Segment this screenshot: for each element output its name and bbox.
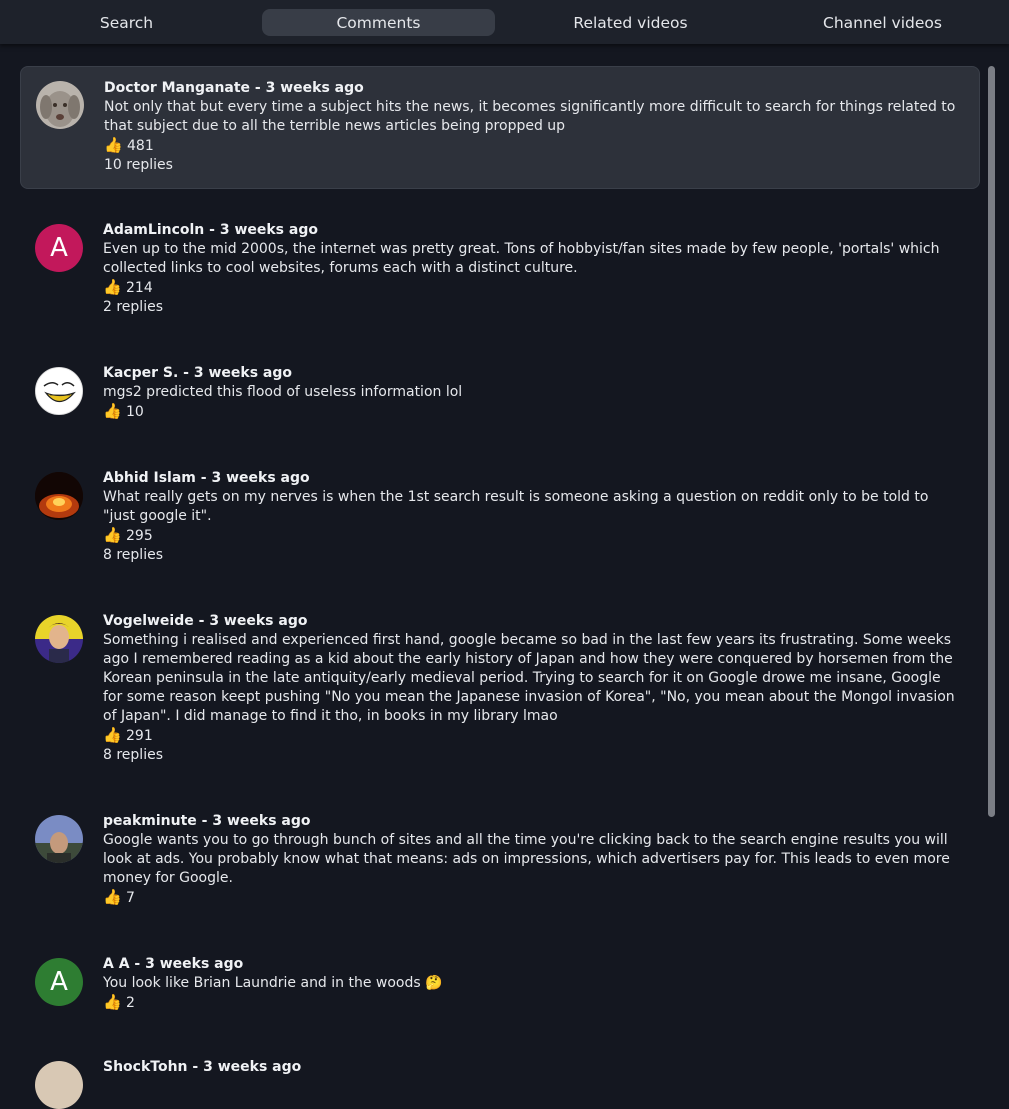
avatar[interactable]: [35, 615, 83, 663]
comment-author[interactable]: ShockTohn: [103, 1059, 188, 1075]
comment-text: You look like Brian Laundrie and in the …: [103, 975, 443, 991]
comment-item[interactable]: Doctor Manganate - 3 weeks ago Not only …: [20, 66, 980, 189]
comment-item[interactable]: Kacper S. - 3 weeks ago mgs2 predicted t…: [20, 354, 980, 434]
like-count: 👍 214: [103, 278, 963, 298]
comment-author[interactable]: Kacper S.: [103, 365, 178, 381]
comment-header: Abhid Islam - 3 weeks ago: [103, 470, 310, 486]
dog-avatar-image: [36, 81, 84, 129]
like-count-value: 7: [126, 890, 135, 906]
replies-link[interactable]: 8 replies: [103, 746, 963, 765]
comment-header: ShockTohn - 3 weeks ago: [103, 1059, 302, 1075]
tab-related-videos[interactable]: Related videos: [514, 9, 747, 36]
avatar[interactable]: [35, 815, 83, 863]
comment-time: 3 weeks ago: [203, 1059, 302, 1075]
comment-author[interactable]: Abhid Islam: [103, 470, 196, 486]
comment-item[interactable]: Abhid Islam - 3 weeks ago What really ge…: [20, 459, 980, 569]
comment-text: What really gets on my nerves is when th…: [103, 489, 929, 524]
avatar[interactable]: A: [35, 958, 83, 1006]
thumbs-up-icon: 👍: [104, 136, 123, 154]
comment-time: 3 weeks ago: [211, 470, 310, 486]
like-count: 👍 10: [103, 402, 963, 422]
comment-text: mgs2 predicted this flood of useless inf…: [103, 384, 463, 400]
like-count-value: 291: [126, 728, 153, 744]
avatar[interactable]: A: [35, 224, 83, 272]
comment-text: Something i realised and experienced fir…: [103, 632, 955, 724]
like-count: 👍 481: [104, 136, 964, 156]
comment-text: Not only that but every time a subject h…: [104, 99, 956, 134]
avatar[interactable]: [35, 472, 83, 520]
tab-channel-videos[interactable]: Channel videos: [766, 9, 999, 36]
comment-item[interactable]: Vogelweide - 3 weeks ago Something i rea…: [20, 602, 980, 772]
like-count: 👍 295: [103, 526, 963, 546]
avatar[interactable]: [35, 367, 83, 415]
comment-item[interactable]: A AdamLincoln - 3 weeks ago Even up to t…: [20, 211, 980, 321]
like-count-value: 10: [126, 404, 144, 420]
comment-time: 3 weeks ago: [145, 956, 244, 972]
like-count-value: 481: [127, 138, 154, 154]
comment-time: 3 weeks ago: [209, 613, 308, 629]
comment-header: A A - 3 weeks ago: [103, 956, 244, 972]
replies-link[interactable]: 10 replies: [104, 156, 964, 175]
tab-comments[interactable]: Comments: [262, 9, 495, 36]
comment-time: 3 weeks ago: [219, 222, 318, 238]
comment-header: peakminute - 3 weeks ago: [103, 813, 311, 829]
thumbs-up-icon: 👍: [103, 993, 122, 1011]
comment-author[interactable]: AdamLincoln: [103, 222, 204, 238]
comment-text: Even up to the mid 2000s, the internet w…: [103, 241, 940, 276]
comment-author[interactable]: A A: [103, 956, 130, 972]
like-count: 👍 291: [103, 726, 963, 746]
like-count-value: 295: [126, 528, 153, 544]
replies-link[interactable]: 2 replies: [103, 298, 963, 317]
comment-time: 3 weeks ago: [193, 365, 293, 381]
scrollbar-thumb[interactable]: [988, 66, 995, 817]
comment-header: AdamLincoln - 3 weeks ago: [103, 222, 318, 238]
replies-link[interactable]: 8 replies: [103, 546, 963, 565]
comment-author[interactable]: Vogelweide: [103, 613, 194, 629]
comment-header: Doctor Manganate - 3 weeks ago: [104, 80, 364, 96]
thumbs-up-icon: 👍: [103, 278, 122, 296]
fire-avatar-image: [35, 472, 83, 520]
avatar[interactable]: [36, 81, 84, 129]
comment-time: 3 weeks ago: [265, 80, 364, 96]
photo-avatar-image: [35, 815, 83, 863]
comment-author[interactable]: Doctor Manganate: [104, 80, 250, 96]
portrait-avatar-image: [35, 615, 83, 663]
like-count-value: 214: [126, 280, 153, 296]
comment-item[interactable]: A A A - 3 weeks ago You look like Brian …: [20, 945, 980, 1025]
thumbs-up-icon: 👍: [103, 726, 122, 744]
comment-author[interactable]: peakminute: [103, 813, 197, 829]
thumbs-up-icon: 👍: [103, 526, 122, 544]
like-count-value: 2: [126, 995, 135, 1011]
tab-search[interactable]: Search: [10, 9, 243, 36]
like-count: 👍 2: [103, 993, 963, 1013]
comment-text: Google wants you to go through bunch of …: [103, 832, 950, 886]
avatar-letter: A: [50, 967, 68, 997]
avatar-letter: A: [50, 233, 68, 263]
tab-bar: Search Comments Related videos Channel v…: [0, 0, 1009, 44]
like-count: 👍 7: [103, 888, 963, 908]
comment-header: Kacper S. - 3 weeks ago: [103, 365, 293, 381]
troll-face-avatar-image: [36, 368, 82, 414]
comment-item[interactable]: peakminute - 3 weeks ago Google wants yo…: [20, 802, 980, 912]
thumbs-up-icon: 👍: [103, 888, 122, 906]
avatar[interactable]: [35, 1061, 83, 1109]
comment-header: Vogelweide - 3 weeks ago: [103, 613, 308, 629]
comment-time: 3 weeks ago: [212, 813, 311, 829]
thumbs-up-icon: 👍: [103, 402, 122, 420]
comment-item[interactable]: ShockTohn - 3 weeks ago: [20, 1048, 980, 1109]
